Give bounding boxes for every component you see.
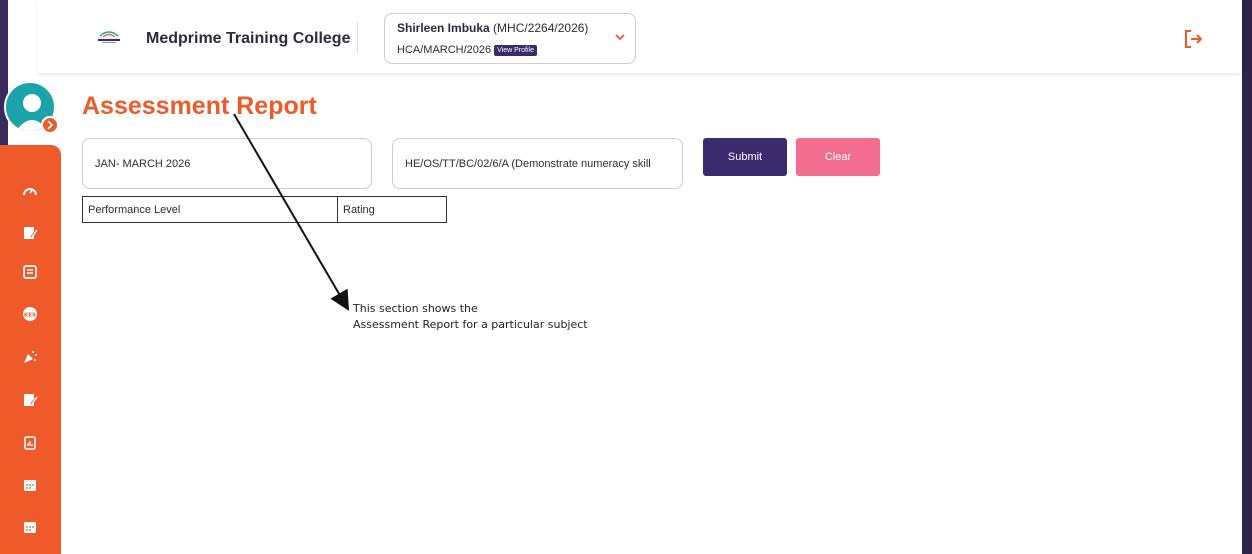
divider [357,22,358,54]
column-header-rating: Rating [337,196,447,223]
outer-frame-right [1242,0,1252,554]
chevron-right-icon[interactable] [41,116,59,134]
kes-fees-icon[interactable]: KES [20,304,40,324]
college-logo [98,31,120,43]
top-bar: Medprime Training College Shirleen Imbuk… [38,0,1242,74]
report-icon[interactable] [20,433,40,453]
edit-note-icon[interactable] [20,390,40,410]
annotation-line-1: This section shows the [353,302,478,315]
sidebar: KES [0,145,61,554]
student-reg: (MHC/2264/2026) [493,21,589,35]
celebration-icon[interactable] [20,347,40,367]
student-name: Shirleen Imbuka [397,21,490,35]
document-icon[interactable] [20,262,40,282]
submit-button[interactable]: Submit [703,138,787,176]
annotation-callout: This section shows the Assessment Report… [353,301,588,333]
student-class-line: HCA/MARCH/2026 View Profile [397,44,537,56]
calendar-icon[interactable] [20,475,40,495]
logout-icon[interactable] [1182,28,1204,50]
table-header-row: Performance Level Rating [82,196,447,223]
student-selector[interactable]: Shirleen Imbuka (MHC/2264/2026) HCA/MARC… [384,13,636,64]
chevron-down-icon[interactable] [615,32,625,42]
assessment-table: Performance Level Rating [82,196,447,223]
dashboard-icon[interactable] [20,181,40,201]
edit-note-icon[interactable] [20,223,40,243]
college-name: Medprime Training College [146,30,351,47]
svg-text:KES: KES [24,313,36,319]
student-class: HCA/MARCH/2026 [397,44,492,56]
student-name-line: Shirleen Imbuka (MHC/2264/2026) [397,21,588,35]
view-profile-button[interactable]: View Profile [494,44,537,56]
clear-button[interactable]: Clear [796,138,880,176]
column-header-performance: Performance Level [82,196,338,223]
app-window: Medprime Training College Shirleen Imbuk… [8,0,1242,554]
term-select[interactable]: JAN- MARCH 2026 [82,138,372,189]
page-title: Assessment Report [82,92,317,120]
unit-select[interactable]: HE/OS/TT/BC/02/6/A (Demonstrate numeracy… [392,138,683,189]
annotation-line-2: Assessment Report for a particular subje… [353,318,588,331]
calendar-icon[interactable] [20,517,40,537]
screen: Medprime Training College Shirleen Imbuk… [0,0,1252,554]
